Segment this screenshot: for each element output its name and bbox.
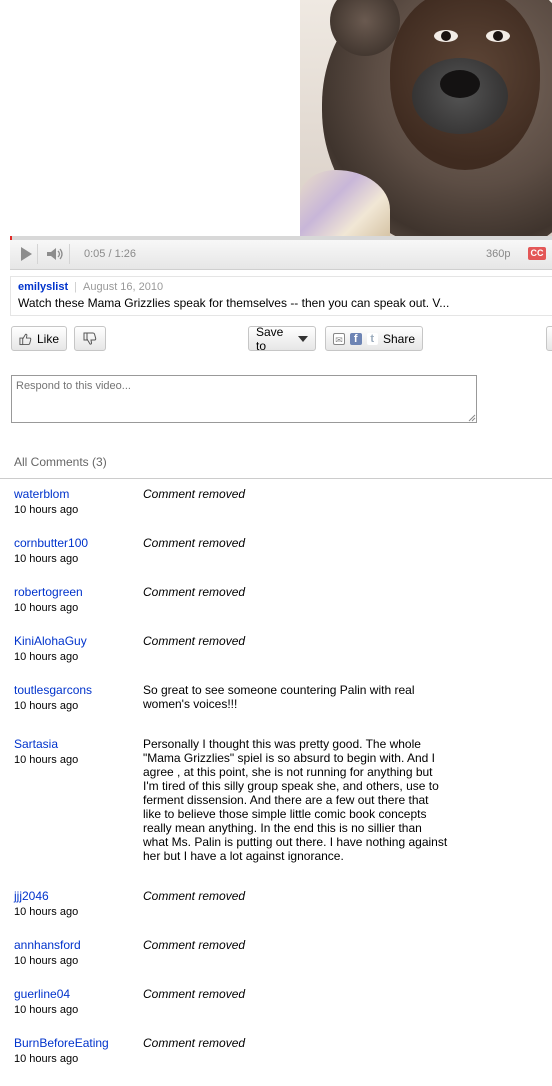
more-button[interactable]	[546, 326, 552, 351]
comment-time: 10 hours ago	[14, 602, 79, 614]
video-frame	[300, 0, 552, 236]
cc-icon[interactable]: CC	[528, 247, 546, 260]
comment-time: 10 hours ago	[14, 754, 79, 766]
like-button[interactable]: Like	[11, 326, 67, 351]
comment-text: Comment removed	[143, 987, 246, 1001]
play-icon	[21, 247, 32, 261]
right-eye	[486, 30, 510, 42]
comment-time: 10 hours ago	[14, 906, 79, 918]
progress-bar[interactable]	[10, 236, 552, 240]
comments-count: All Comments (3)	[14, 455, 107, 469]
uploader-link[interactable]: emilyslist	[18, 281, 68, 293]
facebook-icon: f	[350, 332, 362, 345]
email-icon: ✉	[333, 332, 346, 345]
video-info: emilyslist | August 16, 2010 Watch these M…	[10, 276, 552, 316]
video-area[interactable]	[0, 0, 552, 236]
left-eye	[434, 30, 458, 42]
comment-user[interactable]: jjj2046	[14, 889, 49, 903]
bear-nose	[440, 70, 480, 98]
quality-selector[interactable]: 360p	[486, 248, 510, 260]
comment-text: So great to see someone countering Palin…	[143, 683, 415, 711]
comment-text: Comment removed	[143, 938, 246, 952]
comment-time: 10 hours ago	[14, 700, 79, 712]
comment-text: Comment removed	[143, 487, 246, 501]
comment-text: Comment removed	[143, 889, 246, 903]
comment-user[interactable]: BurnBeforeEating	[14, 1036, 109, 1050]
like-label: Like	[36, 331, 59, 346]
comment-user[interactable]: guerline04	[14, 987, 70, 1001]
save-to-label: Save to	[256, 324, 284, 353]
upload-date: August 16, 2010	[83, 281, 164, 293]
play-button[interactable]	[16, 244, 38, 264]
thumbs-up-icon	[19, 333, 32, 345]
comment-time: 10 hours ago	[14, 955, 79, 967]
player-controls: 0:05 / 1:26 360p CC	[10, 236, 552, 270]
chevron-down-icon	[298, 335, 308, 342]
share-label: Share	[382, 331, 415, 346]
comment-text: Comment removed	[143, 634, 246, 648]
comment-time: 10 hours ago	[14, 504, 79, 516]
comment-time: 10 hours ago	[14, 1053, 79, 1065]
comment-user[interactable]: cornbutter100	[14, 536, 88, 550]
comment-user[interactable]: annhansford	[14, 938, 81, 952]
comment-time: 10 hours ago	[14, 553, 79, 565]
comment-text: Comment removed	[143, 536, 246, 550]
comment-text: Comment removed	[143, 1036, 246, 1050]
thumbs-down-icon	[83, 332, 97, 345]
resize-handle-icon[interactable]	[468, 414, 476, 422]
dislike-button[interactable]	[74, 326, 106, 351]
comment-user[interactable]: waterblom	[14, 487, 69, 501]
separator: |	[74, 281, 77, 293]
save-to-button[interactable]: Save to	[248, 324, 316, 353]
volume-button[interactable]	[42, 244, 70, 264]
comment-time: 10 hours ago	[14, 651, 79, 663]
volume-icon	[46, 248, 63, 260]
comment-text: Comment removed	[143, 585, 246, 599]
info-meta: emilyslist | August 16, 2010	[18, 281, 545, 293]
video-description[interactable]: Watch these Mama Grizzlies speak for the…	[18, 296, 545, 310]
comment-user[interactable]: robertogreen	[14, 585, 83, 599]
share-button[interactable]: ✉ f t Share	[325, 326, 423, 351]
comment-time: 10 hours ago	[14, 1004, 79, 1016]
comment-text: Personally I thought this was pretty goo…	[143, 737, 448, 863]
twitter-icon: t	[366, 332, 378, 345]
respond-input[interactable]	[11, 375, 477, 423]
progress-fill	[10, 236, 13, 240]
comment-user[interactable]: Sartasia	[14, 737, 58, 751]
comments-header: All Comments (3)	[0, 455, 552, 479]
comment-user[interactable]: KiniAlohaGuy	[14, 634, 87, 648]
time-display: 0:05 / 1:26	[84, 248, 136, 260]
comment-user[interactable]: toutlesgarcons	[14, 683, 92, 697]
